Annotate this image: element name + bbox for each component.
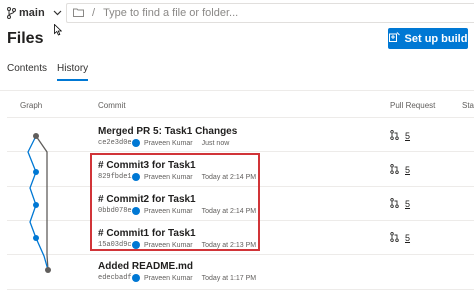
column-header-status: Sta	[462, 101, 474, 110]
row-divider	[7, 151, 474, 152]
avatar	[132, 274, 140, 282]
highlight-box	[90, 153, 260, 251]
tab-history[interactable]: History	[57, 63, 89, 81]
top-bar: main / Type to find a file or folder...	[0, 0, 474, 28]
setup-build-button[interactable]: Set up build	[388, 28, 468, 49]
path-search-input[interactable]: Type to find a file or folder...	[103, 7, 238, 19]
setup-build-label: Set up build	[404, 32, 468, 45]
row-divider	[7, 117, 474, 118]
commit-author: Praveen Kumar	[144, 274, 193, 282]
graph-node-readme	[45, 267, 51, 273]
pull-request-icon	[390, 198, 399, 210]
commit-message[interactable]: Merged PR 5: Task1 Changes	[98, 126, 237, 137]
commit-time: Today at 1:17 PM	[201, 274, 257, 282]
commit-author: Praveen Kumar	[144, 139, 193, 147]
graph-node-commit2	[33, 202, 39, 208]
row-divider	[7, 289, 474, 290]
pull-request-icon	[390, 164, 399, 176]
column-header-commit: Commit	[98, 101, 126, 110]
avatar	[132, 139, 140, 147]
path-search-box[interactable]: / Type to find a file or folder...	[66, 3, 474, 23]
graph-node-commit1	[33, 235, 39, 241]
commit-time: Just now	[201, 139, 230, 147]
path-separator: /	[92, 7, 96, 19]
commit-meta: ce2e3d0e Praveen Kumar Just now	[98, 139, 229, 147]
graph-node-commit3	[33, 169, 39, 175]
commit-hash[interactable]: ce2e3d0e	[98, 139, 132, 147]
pull-request-number[interactable]: 5	[405, 165, 410, 175]
commit-message[interactable]: Added README.md	[98, 261, 193, 272]
graph-node-merge	[33, 133, 39, 139]
commit-graph	[27, 133, 51, 273]
pull-request-link[interactable]: 5	[390, 130, 410, 142]
pull-request-icon	[390, 232, 399, 244]
pull-request-icon	[390, 130, 399, 142]
pull-request-link[interactable]: 5	[390, 198, 410, 210]
pull-request-link[interactable]: 5	[390, 164, 410, 176]
pull-request-number[interactable]: 5	[405, 131, 410, 141]
commit-hash[interactable]: edecbadf	[98, 274, 132, 282]
pull-request-link[interactable]: 5	[390, 232, 410, 244]
pull-request-number[interactable]: 5	[405, 233, 410, 243]
build-icon	[388, 32, 400, 45]
folder-icon	[73, 4, 84, 22]
row-divider	[7, 254, 474, 255]
column-header-pull-request: Pull Request	[390, 101, 436, 110]
commit-meta: edecbadf Praveen Kumar Today at 1:17 PM	[98, 274, 256, 282]
pull-request-number[interactable]: 5	[405, 199, 410, 209]
